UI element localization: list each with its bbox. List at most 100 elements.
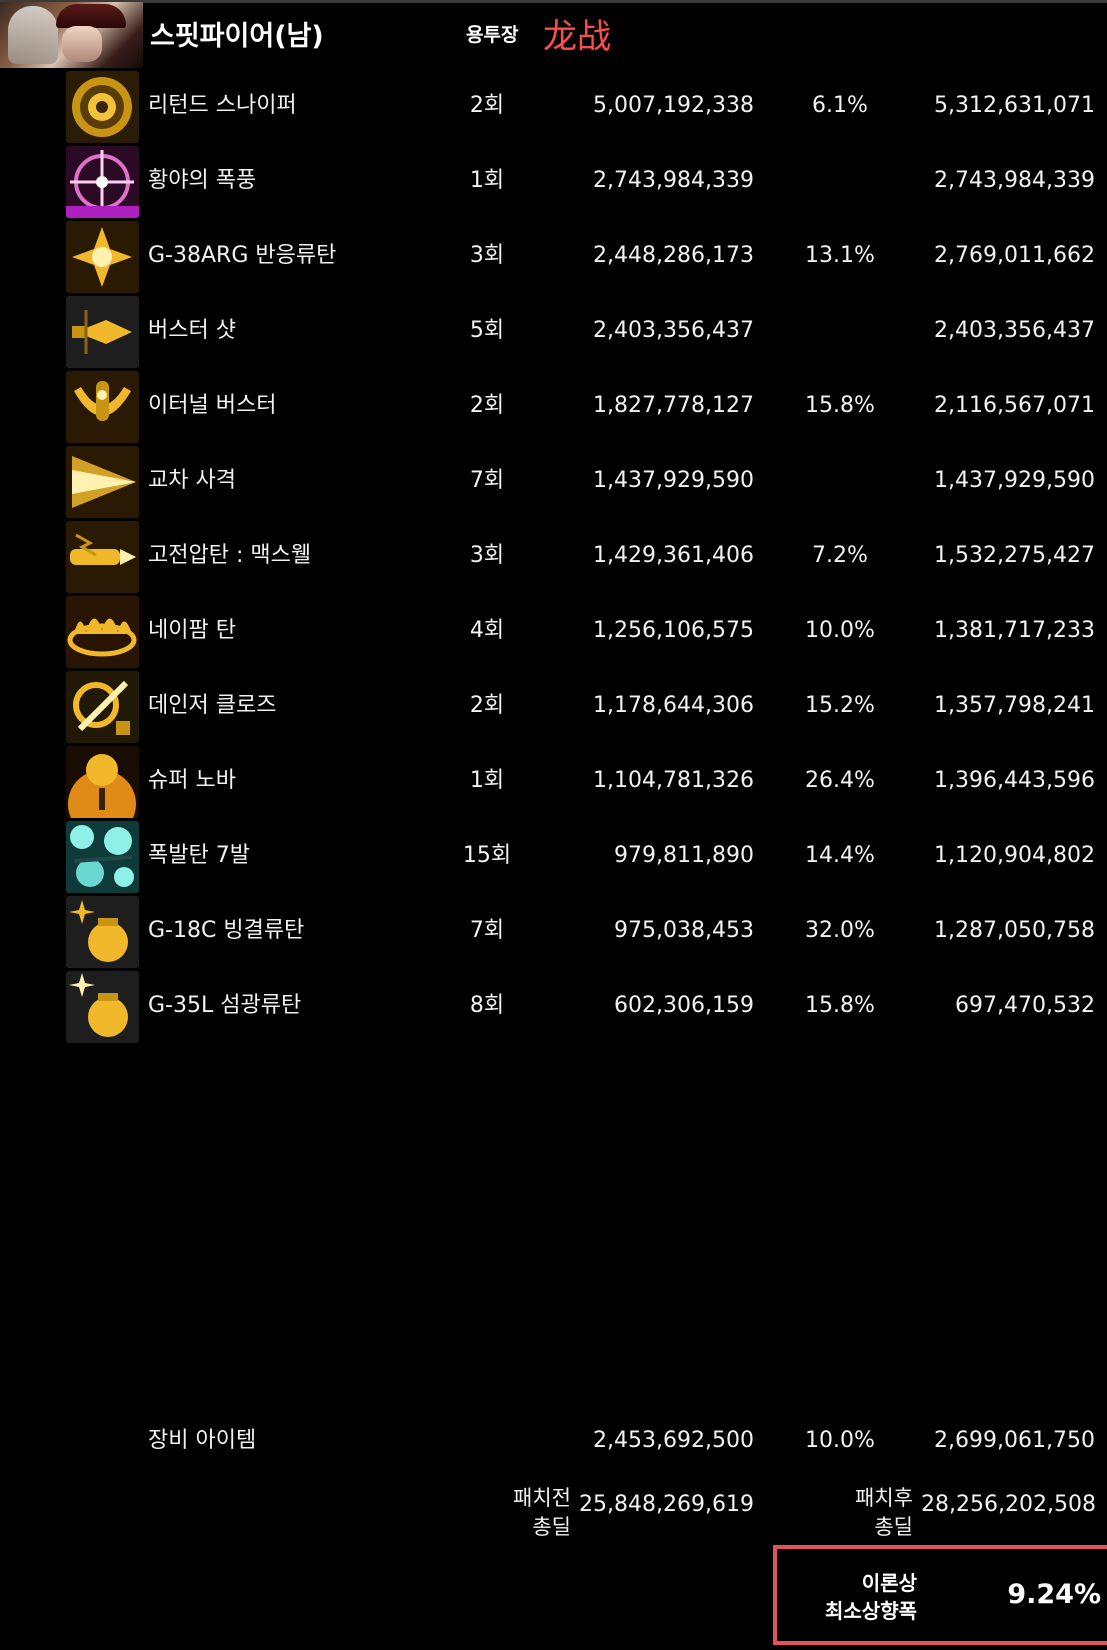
super-nova-icon bbox=[66, 746, 139, 818]
g18c-freeze-grenade-icon bbox=[66, 896, 139, 968]
skill-name: 네이팜 탄 bbox=[148, 618, 236, 643]
after-total-label-line2: 총딜 bbox=[874, 1515, 913, 1539]
skill-damage: 1,178,644,306 bbox=[593, 693, 754, 718]
skill-row: G-38ARG 반응류탄 3회 2,448,286,173 13.1% 2,769,01… bbox=[0, 218, 1107, 296]
skill-increase: 15.2% bbox=[805, 693, 875, 718]
after-total-label-line1: 패치후 bbox=[855, 1486, 913, 1510]
skill-count: 7회 bbox=[469, 918, 505, 943]
skill-count: 8회 bbox=[469, 993, 505, 1018]
equipment-after-damage: 2,699,061,750 bbox=[934, 1428, 1095, 1453]
skill-count: 5회 bbox=[469, 318, 505, 343]
skill-count: 4회 bbox=[469, 618, 505, 643]
skill-after-damage: 1,357,798,241 bbox=[934, 693, 1095, 718]
before-total-label: 패치전 총딜 bbox=[478, 1484, 571, 1542]
returned-sniper-icon bbox=[66, 71, 139, 143]
skill-count: 2회 bbox=[469, 93, 505, 118]
wilderness-storm-icon bbox=[66, 146, 139, 218]
skill-increase: 10.0% bbox=[805, 618, 875, 643]
skill-name: 폭발탄 7발 bbox=[148, 843, 250, 868]
eternal-buster-icon bbox=[66, 371, 139, 443]
skill-row: 리턴드 스나이퍼 2회 5,007,192,338 6.1% 5,312,631,071 bbox=[0, 68, 1107, 146]
skill-after-damage: 1,120,904,802 bbox=[934, 843, 1095, 868]
cross-fire-icon bbox=[66, 446, 139, 518]
skill-after-damage: 2,403,356,437 bbox=[934, 318, 1095, 343]
portrait-face bbox=[62, 26, 102, 62]
equipment-increase: 10.0% bbox=[805, 1428, 875, 1453]
portrait-hair bbox=[8, 6, 58, 64]
skill-row: 버스터 샷 5회 2,403,356,437 2,403,356,437 bbox=[0, 293, 1107, 371]
skill-count: 2회 bbox=[469, 693, 505, 718]
before-total-value: 25,848,269,619 bbox=[579, 1492, 754, 1517]
skill-after-damage: 1,532,275,427 bbox=[934, 543, 1095, 568]
skill-row: G-18C 빙결류탄 7회 975,038,453 32.0% 1,287,050,75… bbox=[0, 893, 1107, 971]
explosive-rounds-icon bbox=[66, 821, 139, 893]
skill-count: 2회 bbox=[469, 393, 505, 418]
g35l-flash-grenade-icon bbox=[66, 971, 139, 1043]
skill-damage: 2,743,984,339 bbox=[593, 168, 754, 193]
skill-damage: 5,007,192,338 bbox=[593, 93, 754, 118]
skill-increase: 15.8% bbox=[805, 993, 875, 1018]
equipment-name: 장비 아이템 bbox=[148, 1428, 257, 1453]
result-value: 9.24% bbox=[1007, 1579, 1101, 1610]
skill-row: 고전압탄 : 맥스웰 3회 1,429,361,406 7.2% 1,532,275,4… bbox=[0, 518, 1107, 596]
skill-damage: 2,448,286,173 bbox=[593, 243, 754, 268]
skill-increase: 13.1% bbox=[805, 243, 875, 268]
skill-increase: 32.0% bbox=[805, 918, 875, 943]
danger-close-icon bbox=[66, 671, 139, 743]
skill-row: 이터널 버스터 2회 1,827,778,127 15.8% 2,116,567,071 bbox=[0, 368, 1107, 446]
skill-row: 데인저 클로즈 2회 1,178,644,306 15.2% 1,357,798,241 bbox=[0, 668, 1107, 746]
skill-increase: 6.1% bbox=[812, 93, 868, 118]
skill-after-damage: 1,381,717,233 bbox=[934, 618, 1095, 643]
portrait-hat bbox=[56, 4, 126, 28]
skill-count: 3회 bbox=[469, 243, 505, 268]
skill-increase: 7.2% bbox=[812, 543, 868, 568]
skill-name: G-18C 빙결류탄 bbox=[148, 918, 305, 943]
skill-row: 황야의 폭풍 1회 2,743,984,339 2,743,984,339 bbox=[0, 143, 1107, 221]
skill-after-damage: 1,287,050,758 bbox=[934, 918, 1095, 943]
skill-after-damage: 2,116,567,071 bbox=[934, 393, 1095, 418]
result-highlight-box: 이론상 최소상향폭 9.24% bbox=[773, 1545, 1107, 1645]
equipment-damage: 2,453,692,500 bbox=[593, 1428, 754, 1453]
skill-name: 교차 사격 bbox=[148, 468, 236, 493]
skill-after-damage: 5,312,631,071 bbox=[934, 93, 1095, 118]
skill-increase: 26.4% bbox=[805, 768, 875, 793]
top-border bbox=[0, 0, 1107, 3]
skill-name: 데인저 클로즈 bbox=[148, 693, 277, 718]
skill-name: 황야의 폭풍 bbox=[148, 168, 257, 193]
skill-increase: 14.4% bbox=[805, 843, 875, 868]
buster-shot-icon bbox=[66, 296, 139, 368]
skill-name: G-35L 섬광류탄 bbox=[148, 993, 302, 1018]
skill-damage: 602,306,159 bbox=[614, 993, 754, 1018]
skill-row: 교차 사격 7회 1,437,929,590 1,437,929,590 bbox=[0, 443, 1107, 521]
before-total-label-line1: 패치전 bbox=[513, 1486, 571, 1510]
skill-damage: 1,104,781,326 bbox=[593, 768, 754, 793]
after-total-value: 28,256,202,508 bbox=[921, 1492, 1096, 1517]
character-name: 스핏파이어(남) bbox=[150, 21, 324, 52]
skill-after-damage: 1,437,929,590 bbox=[934, 468, 1095, 493]
skill-damage: 1,437,929,590 bbox=[593, 468, 754, 493]
skill-count: 15회 bbox=[462, 843, 512, 868]
napalm-icon bbox=[66, 596, 139, 668]
result-label-line2: 최소상향폭 bbox=[825, 1599, 917, 1623]
skill-name: 고전압탄 : 맥스웰 bbox=[148, 543, 312, 568]
server-label: 龙战 bbox=[543, 17, 611, 57]
result-label: 이론상 최소상향폭 bbox=[777, 1569, 917, 1625]
skill-damage: 1,429,361,406 bbox=[593, 543, 754, 568]
skill-name: 이터널 버스터 bbox=[148, 393, 277, 418]
skill-count: 1회 bbox=[469, 768, 505, 793]
skill-increase: 15.8% bbox=[805, 393, 875, 418]
skill-name: 슈퍼 노바 bbox=[148, 768, 236, 793]
skill-damage: 975,038,453 bbox=[614, 918, 754, 943]
skill-after-damage: 697,470,532 bbox=[955, 993, 1095, 1018]
skill-count: 3회 bbox=[469, 543, 505, 568]
skill-damage: 1,256,106,575 bbox=[593, 618, 754, 643]
after-total-label: 패치후 총딜 bbox=[816, 1484, 913, 1542]
g38arg-grenade-icon bbox=[66, 221, 139, 293]
totals-row: 패치전 총딜 25,848,269,619 패치후 총딜 28,256,202,… bbox=[0, 1467, 1107, 1547]
skill-row: 폭발탄 7발 15회 979,811,890 14.4% 1,120,904,802 bbox=[0, 818, 1107, 896]
skill-row: G-35L 섬광류탄 8회 602,306,159 15.8% 697,470,532 bbox=[0, 968, 1107, 1046]
result-label-line1: 이론상 bbox=[861, 1571, 917, 1595]
skill-damage: 1,827,778,127 bbox=[593, 393, 754, 418]
skill-row: 슈퍼 노바 1회 1,104,781,326 26.4% 1,396,443,596 bbox=[0, 743, 1107, 821]
skill-damage: 2,403,356,437 bbox=[593, 318, 754, 343]
